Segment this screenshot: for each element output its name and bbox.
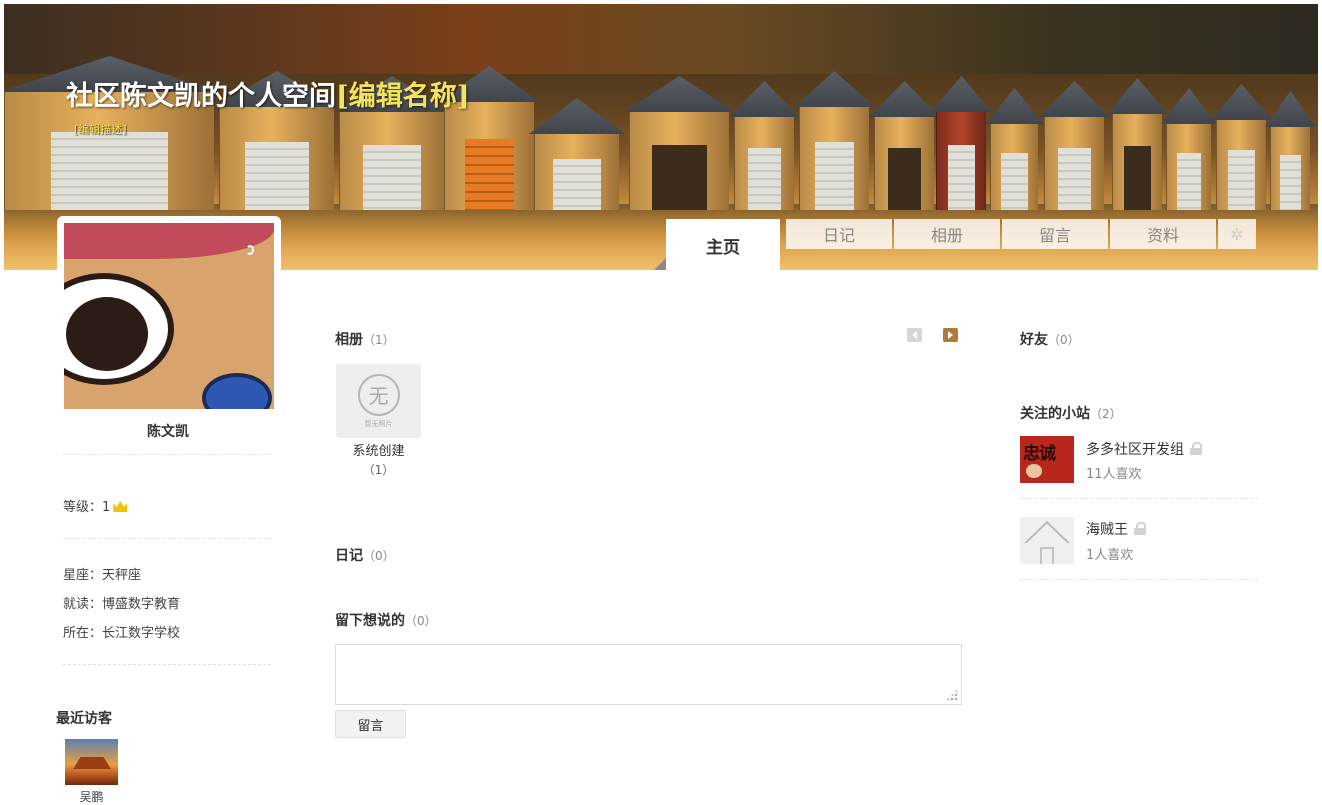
tab-album[interactable]: 相册 xyxy=(894,219,1000,249)
album-photo-count: （1） xyxy=(362,463,395,477)
tab-corner-shadow xyxy=(654,258,666,270)
tab-messages[interactable]: 留言 xyxy=(1002,219,1108,249)
divider xyxy=(1020,498,1258,499)
visitor-avatar[interactable] xyxy=(65,739,118,785)
home-icon xyxy=(1024,521,1070,543)
tab-profile[interactable]: 资料 xyxy=(1110,219,1216,249)
album-section-title: 相册（1） xyxy=(335,329,395,349)
next-arrow-icon[interactable] xyxy=(943,328,958,342)
location-info: 所在：长江数字学校 xyxy=(63,626,181,641)
space-title-text: 社区陈文凯的个人空间 xyxy=(66,81,336,112)
boathouse-image xyxy=(794,71,875,210)
crown-icon xyxy=(113,501,128,512)
message-count-badge: （0） xyxy=(405,614,437,628)
space-title: 社区陈文凯的个人空间[编辑名称] xyxy=(66,74,470,113)
followed-sites-label: 关注的小站 xyxy=(1020,406,1090,422)
boathouse-image xyxy=(439,66,540,210)
boathouse-image xyxy=(624,76,735,210)
no-photo-caption: 暂无照片 xyxy=(364,419,393,428)
level-info: 等级：1 xyxy=(63,496,128,515)
submit-message-button[interactable]: 留言 xyxy=(335,710,406,738)
site-likes: 1人喜欢 xyxy=(1086,548,1134,563)
album-name[interactable]: 系统创建 xyxy=(336,444,421,460)
album-title[interactable]: 相册 xyxy=(335,332,363,348)
site-item-name: 多多社区开发组 xyxy=(1086,439,1202,459)
gear-icon[interactable]: ✲ xyxy=(1218,219,1256,249)
edit-name-link[interactable]: [编辑名称] xyxy=(336,81,470,112)
friends-title[interactable]: 好友 xyxy=(1020,332,1048,348)
nav-tabs: 主页 日记 相册 留言 资料 ✲ xyxy=(666,219,1256,271)
diary-title[interactable]: 日记 xyxy=(335,548,363,564)
followed-sites-count-badge: （2） xyxy=(1090,407,1122,421)
no-photo-icon: 无 xyxy=(357,373,400,416)
site-item-name: 海贼王 xyxy=(1086,519,1146,539)
divider xyxy=(63,538,271,539)
boathouse-image xyxy=(214,71,340,210)
visitor-name[interactable]: 吴鹏 xyxy=(65,788,118,805)
message-title: 留下想说的 xyxy=(335,613,405,629)
avatar-frame xyxy=(57,216,281,414)
album-cover[interactable]: 无 暂无照片 xyxy=(336,364,421,438)
avatar[interactable] xyxy=(64,223,274,409)
site-name-link[interactable]: 多多社区开发组 xyxy=(1086,442,1184,458)
boathouse-image xyxy=(1265,91,1316,210)
site-name-link[interactable]: 海贼王 xyxy=(1086,522,1128,538)
lock-icon xyxy=(1190,442,1202,455)
site-likes: 11人喜欢 xyxy=(1086,467,1142,482)
diary-section-title: 日记（0） xyxy=(335,545,395,565)
message-textarea[interactable] xyxy=(335,644,962,705)
friends-section-title: 好友（0） xyxy=(1020,329,1080,349)
user-name[interactable]: 陈文凯 xyxy=(63,421,273,441)
boathouse-image xyxy=(985,88,1044,210)
divider xyxy=(63,454,271,455)
lock-icon xyxy=(1134,522,1146,535)
recent-visitors-title: 最近访客 xyxy=(56,711,112,727)
boathouse-image xyxy=(1039,81,1110,210)
boathouse-image xyxy=(334,76,450,210)
divider xyxy=(1020,579,1258,580)
boathouse-image xyxy=(869,81,940,210)
boathouse-image xyxy=(729,81,800,210)
album-count-badge: （1） xyxy=(363,333,395,347)
divider xyxy=(63,664,271,665)
followed-sites-title: 关注的小站（2） xyxy=(1020,403,1122,423)
tab-home[interactable]: 主页 xyxy=(666,219,780,271)
boathouse-image xyxy=(931,76,992,210)
constellation-info: 星座：天秤座 xyxy=(63,568,142,583)
site-thumbnail[interactable]: 忠诚 xyxy=(1020,436,1074,483)
friends-count-badge: （0） xyxy=(1048,333,1080,347)
site-thumbnail[interactable] xyxy=(1020,517,1074,564)
boathouse-image xyxy=(1107,78,1168,210)
message-section-title: 留下想说的（0） xyxy=(335,610,437,630)
level-value: 1 xyxy=(102,500,111,515)
school-info: 就读：博盛数字教育 xyxy=(63,597,181,612)
banner-sky xyxy=(4,4,1318,74)
boathouse-image xyxy=(529,98,625,210)
site-thumbnail-text: 忠诚 xyxy=(1023,444,1056,464)
diary-count-badge: （0） xyxy=(363,549,395,563)
edit-description-link[interactable]: [编辑描述] xyxy=(74,121,127,137)
boathouse-image xyxy=(1161,88,1217,210)
boathouse-image xyxy=(1211,84,1272,210)
tab-diary[interactable]: 日记 xyxy=(786,219,892,249)
level-label: 等级： xyxy=(63,500,103,515)
prev-arrow-icon[interactable] xyxy=(907,328,922,342)
